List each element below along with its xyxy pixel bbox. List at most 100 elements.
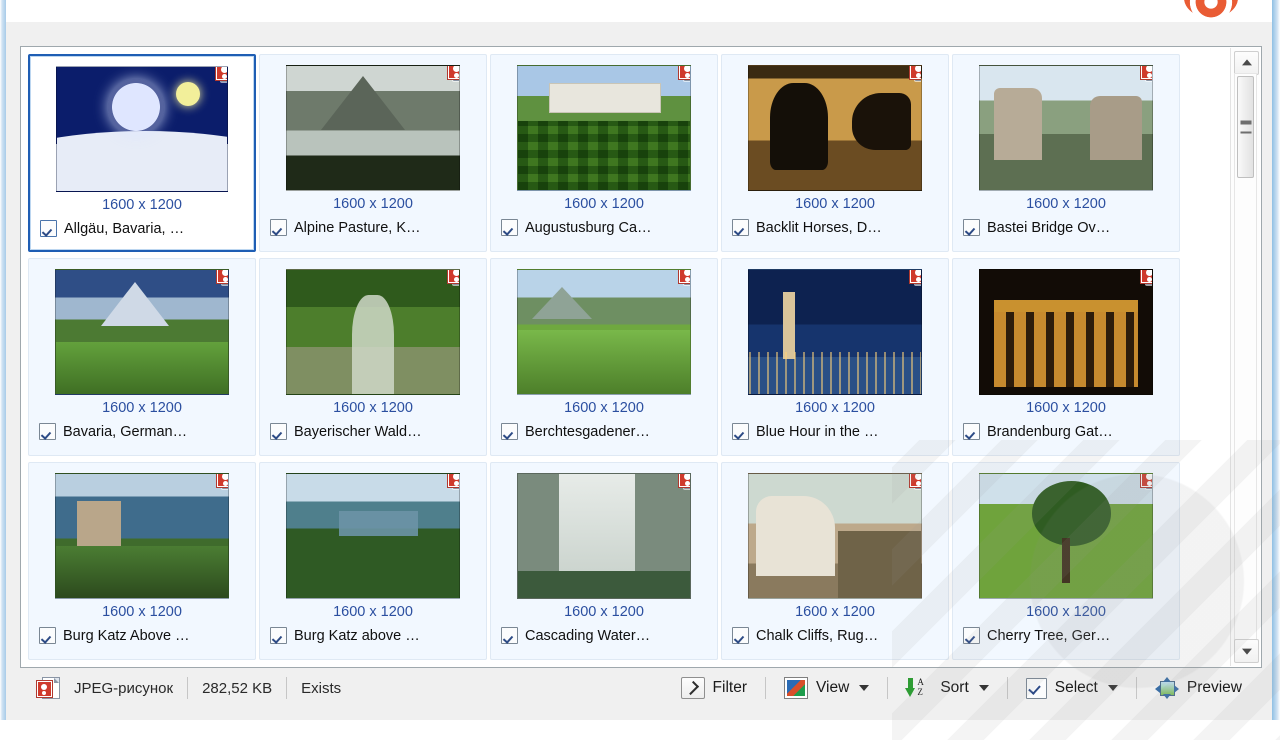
thumbnail-image[interactable] [56, 66, 228, 192]
thumbnail-image[interactable] [517, 65, 691, 191]
thumbnail-tile[interactable]: 1600 x 1200 Burg Katz Above … [28, 462, 256, 660]
thumbnail-tile[interactable]: 1600 x 1200 Burg Katz above … [259, 462, 487, 660]
thumbnail-image[interactable] [979, 473, 1153, 599]
select-button[interactable]: Select [1020, 674, 1124, 703]
thumbnail-tile[interactable]: 1600 x 1200 Backlit Horses, D… [721, 54, 949, 252]
thumbnail-nameline: Cherry Tree, Ger… [963, 627, 1171, 644]
thumbnail-image-wrap [953, 471, 1179, 601]
thumbnail-image[interactable] [517, 473, 691, 599]
status-info: JPEG-рисунок 282,52 KB Exists [20, 676, 341, 700]
thumbnail-checkbox[interactable] [963, 423, 980, 440]
jpeg-file-icon [215, 67, 227, 85]
thumbnail-checkbox[interactable] [501, 423, 518, 440]
thumbnail-tile[interactable]: 1600 x 1200 Cascading Water… [490, 462, 718, 660]
chevron-down-icon[interactable] [859, 685, 870, 691]
thumbnail-dimensions: 1600 x 1200 [102, 197, 182, 213]
jpeg-file-icon [447, 270, 459, 288]
select-checkbox-icon [1025, 677, 1047, 699]
view-picture-icon [784, 677, 808, 699]
divider [1135, 677, 1137, 699]
lifesaver-icon[interactable] [1184, 0, 1238, 18]
thumbnail-image[interactable] [748, 473, 922, 599]
file-type-label: JPEG-рисунок [74, 679, 174, 697]
status-toolbar: JPEG-рисунок 282,52 KB Exists Filter Vie… [20, 666, 1262, 710]
thumbnail-tile[interactable]: 1600 x 1200 Allgäu, Bavaria, … [28, 54, 256, 252]
divider [765, 677, 766, 699]
thumbnail-tile[interactable]: 1600 x 1200 Alpine Pasture, K… [259, 54, 487, 252]
thumbnail-checkbox[interactable] [501, 627, 518, 644]
jpeg-file-icon [1140, 66, 1152, 84]
window-topbar [6, 0, 1272, 23]
thumbnail-tile[interactable]: 1600 x 1200 Augustusburg Ca… [490, 54, 718, 252]
thumbnail-checkbox[interactable] [732, 627, 749, 644]
thumbnail-dimensions: 1600 x 1200 [564, 604, 644, 620]
thumbnail-checkbox[interactable] [270, 627, 287, 644]
thumbnail-nameline: Burg Katz above … [270, 627, 478, 644]
filter-label: Filter [712, 679, 747, 696]
application-window: 1600 x 1200 Allgäu, Bavaria, … 1600 x 1200… [0, 0, 1280, 740]
chevron-down-icon[interactable] [1107, 685, 1118, 691]
vertical-scrollbar[interactable] [1230, 48, 1260, 666]
thumbnail-dimensions: 1600 x 1200 [795, 604, 875, 620]
thumbnail-image[interactable] [55, 269, 229, 395]
thumbnail-name: Burg Katz Above … [63, 627, 190, 644]
thumbnail-tile[interactable]: 1600 x 1200 Bastei Bridge Ov… [952, 54, 1180, 252]
thumbnail-tile[interactable]: 1600 x 1200 Bayerischer Wald… [259, 258, 487, 456]
thumbnail-image[interactable] [286, 65, 460, 191]
thumbnail-tile[interactable]: 1600 x 1200 Bavaria, German… [28, 258, 256, 456]
thumbnail-checkbox[interactable] [963, 627, 980, 644]
thumbnail-checkbox[interactable] [270, 423, 287, 440]
thumbnail-image-wrap [29, 267, 255, 397]
thumbnail-image[interactable] [55, 473, 229, 599]
thumbnail-image[interactable] [979, 65, 1153, 191]
thumbnail-name: Cascading Water… [525, 627, 651, 644]
jpeg-file-icon [909, 474, 921, 492]
thumbnail-nameline: Augustusburg Ca… [501, 219, 709, 236]
scroll-up-arrow[interactable] [1234, 51, 1259, 75]
thumbnail-tile[interactable]: 1600 x 1200 Cherry Tree, Ger… [952, 462, 1180, 660]
thumbnail-image[interactable] [286, 473, 460, 599]
thumbnail-image-wrap [722, 267, 948, 397]
thumbnail-image[interactable] [517, 269, 691, 395]
jpeg-file-icon [447, 66, 459, 84]
scroll-thumb[interactable] [1237, 76, 1254, 178]
preview-icon [1154, 677, 1179, 699]
thumbnail-tile[interactable]: 1600 x 1200 Berchtesgadener… [490, 258, 718, 456]
thumbnail-dimensions: 1600 x 1200 [102, 604, 182, 620]
filter-button[interactable]: Filter [675, 673, 753, 703]
thumbnail-nameline: Bavaria, German… [39, 423, 247, 440]
jpeg-file-icon [36, 676, 60, 700]
sort-button[interactable]: AZ Sort [900, 674, 994, 702]
thumbnail-image-wrap [260, 63, 486, 193]
jpeg-file-icon [216, 270, 228, 288]
jpeg-file-icon [678, 66, 690, 84]
sort-label: Sort [940, 679, 969, 696]
thumbnail-checkbox[interactable] [39, 627, 56, 644]
thumbnail-checkbox[interactable] [501, 219, 518, 236]
thumbnail-image-wrap [29, 471, 255, 601]
thumbnail-image[interactable] [286, 269, 460, 395]
preview-button[interactable]: Preview [1149, 673, 1248, 703]
thumbnail-image[interactable] [979, 269, 1153, 395]
chevron-down-icon[interactable] [978, 685, 989, 691]
thumbnail-tile[interactable]: 1600 x 1200 Blue Hour in the … [721, 258, 949, 456]
thumbnail-checkbox[interactable] [270, 219, 287, 236]
scroll-down-arrow[interactable] [1234, 639, 1259, 663]
thumbnail-checkbox[interactable] [40, 220, 57, 237]
thumbnail-checkbox[interactable] [39, 423, 56, 440]
thumbnail-image[interactable] [748, 65, 922, 191]
thumbnail-checkbox[interactable] [732, 219, 749, 236]
thumbnail-image[interactable] [748, 269, 922, 395]
thumbnail-name: Alpine Pasture, K… [294, 219, 421, 236]
thumbnail-checkbox[interactable] [732, 423, 749, 440]
thumbnail-name: Chalk Cliffs, Rug… [756, 627, 879, 644]
thumbnail-dimensions: 1600 x 1200 [564, 400, 644, 416]
thumbnail-tile[interactable]: 1600 x 1200 Chalk Cliffs, Rug… [721, 462, 949, 660]
thumbnail-dimensions: 1600 x 1200 [795, 400, 875, 416]
view-button[interactable]: View [778, 673, 875, 703]
thumbnail-dimensions: 1600 x 1200 [333, 400, 413, 416]
thumbnail-tile[interactable]: 1600 x 1200 Brandenburg Gat… [952, 258, 1180, 456]
sort-az-icon: AZ [905, 677, 932, 698]
thumbnail-checkbox[interactable] [963, 219, 980, 236]
scrollbar-track[interactable] [1234, 73, 1257, 641]
